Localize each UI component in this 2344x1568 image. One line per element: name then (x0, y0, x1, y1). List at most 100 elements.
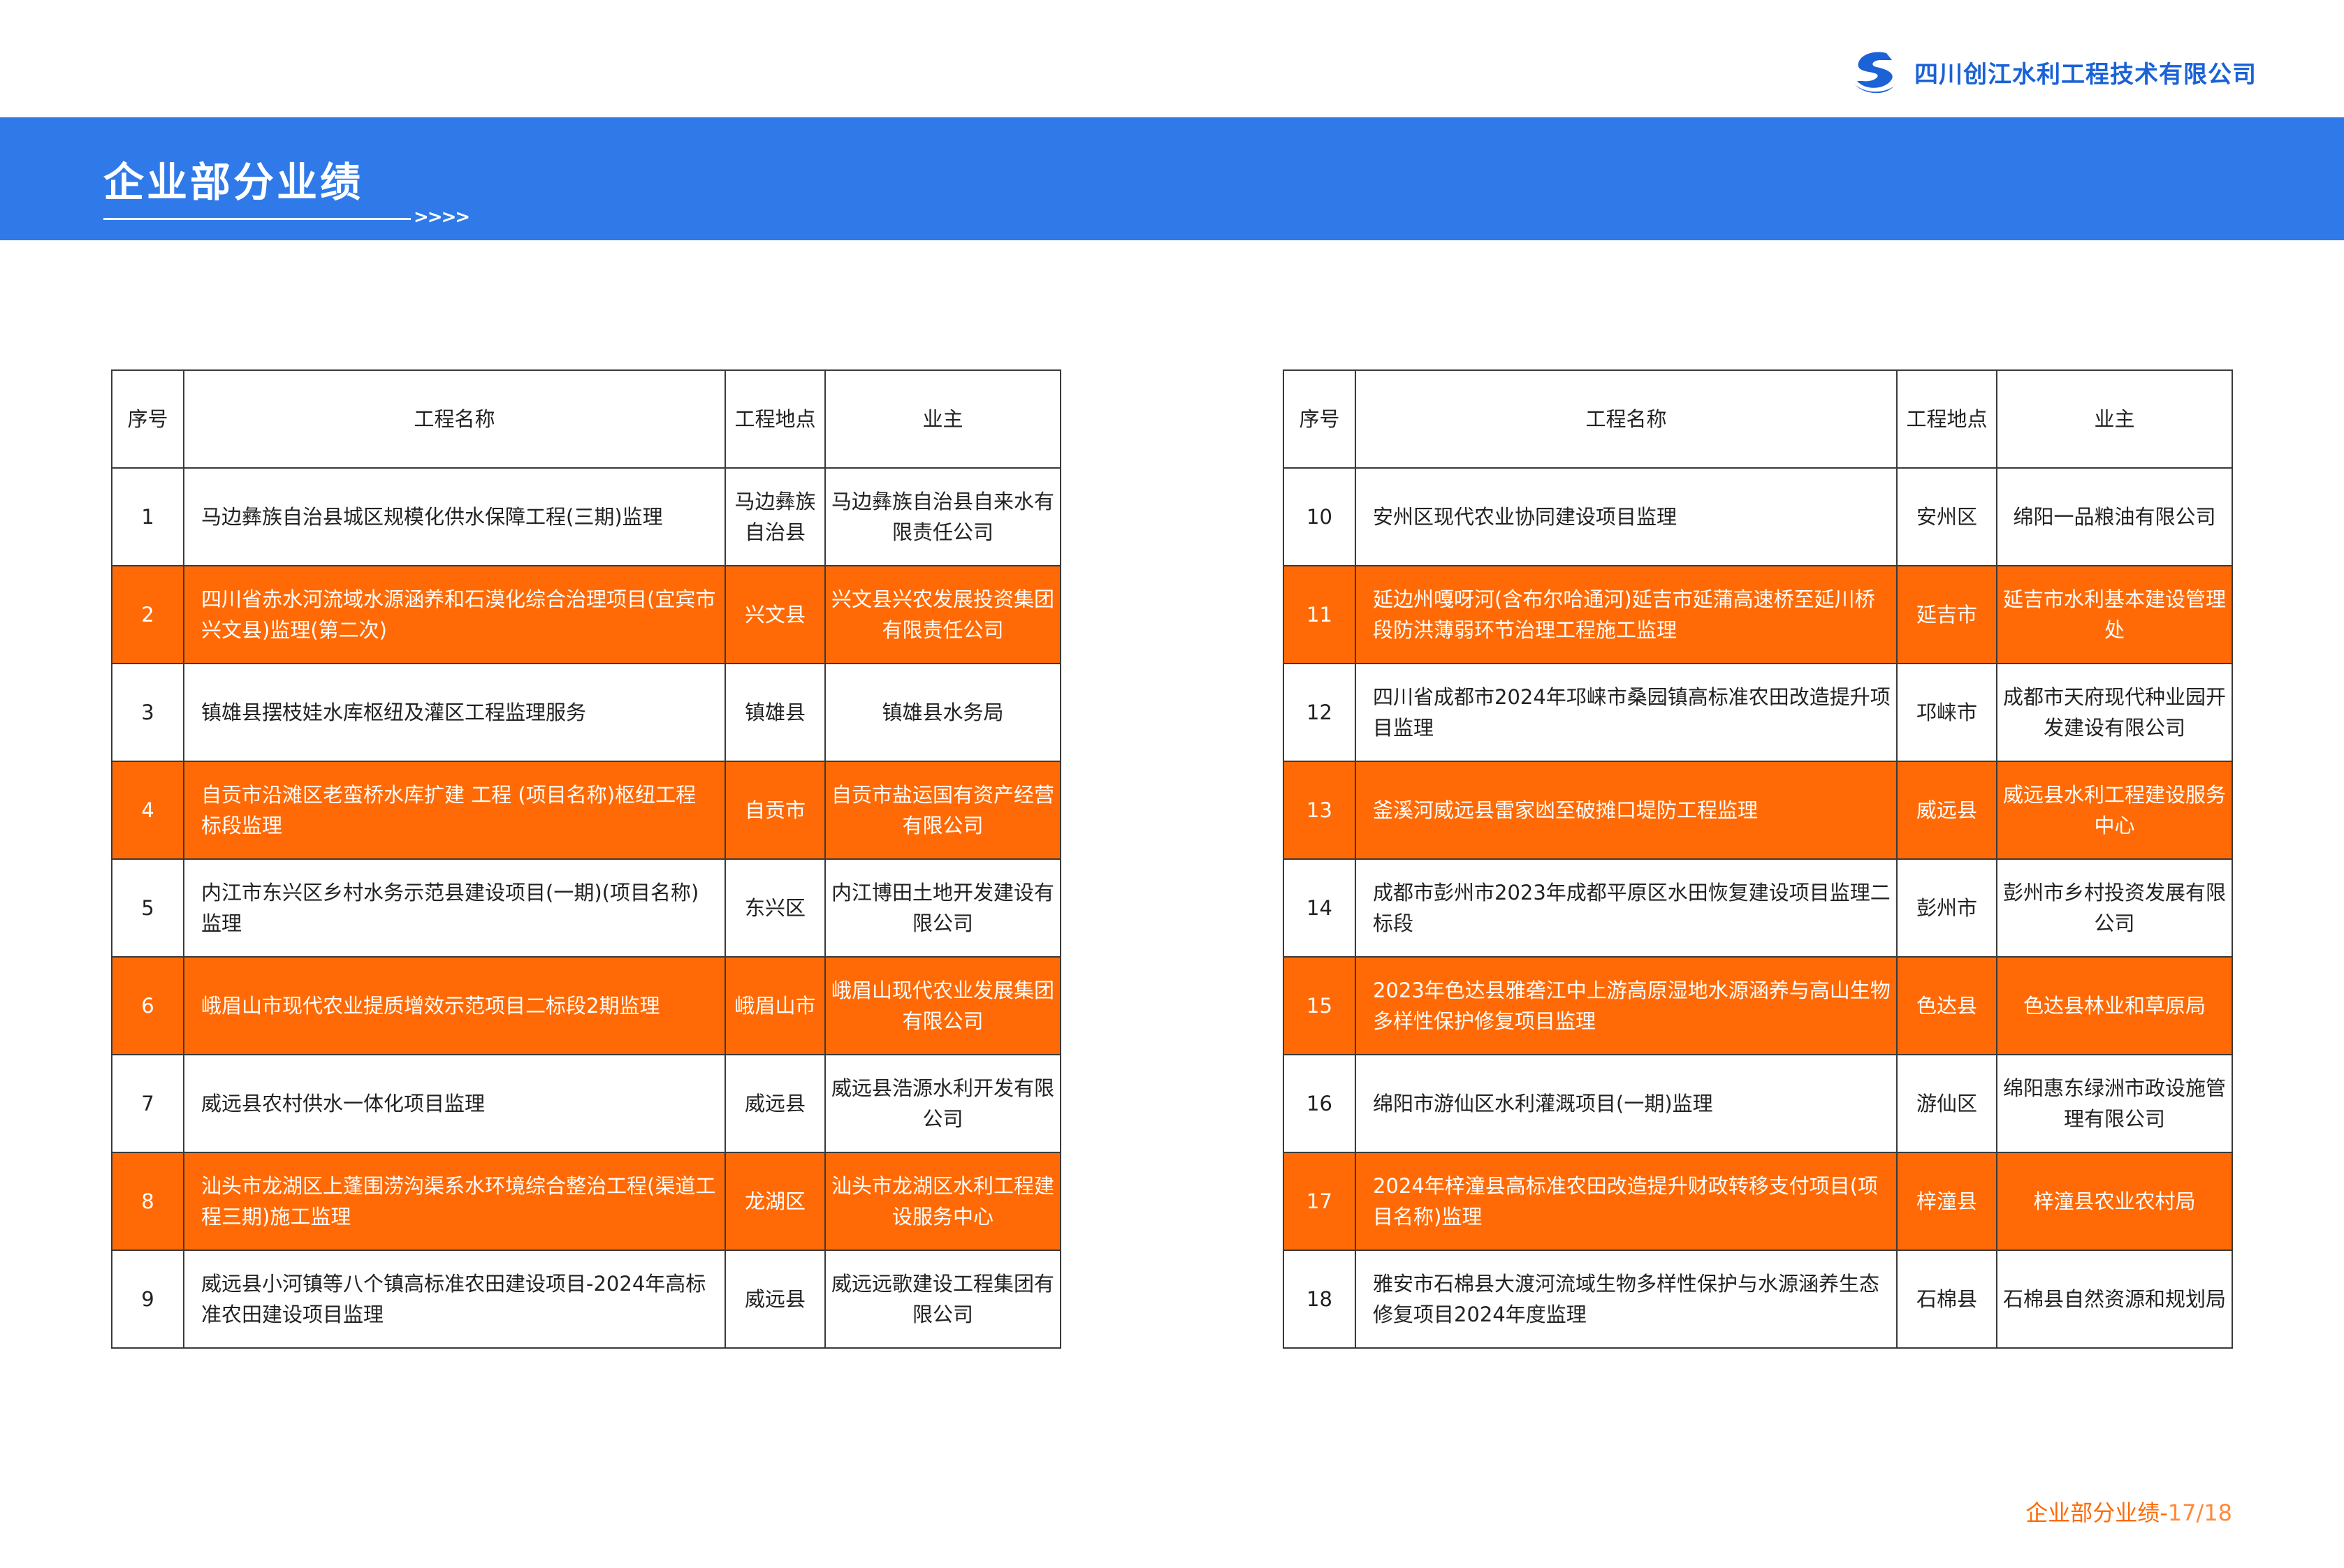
row-owner: 绵阳一品粮油有限公司 (1996, 467, 2233, 566)
row-owner: 威远远歌建设工程集团有限公司 (824, 1250, 1061, 1349)
table-header-row: 序号 工程名称 工程地点 业主 (1283, 369, 2233, 469)
row-owner: 内江博田土地开发建设有限公司 (824, 858, 1061, 958)
page-footer: 企业部分业绩-17/18 (2025, 1495, 2232, 1527)
row-no: 15 (1283, 956, 1356, 1055)
row-location: 梓潼县 (1896, 1152, 1997, 1251)
row-location: 峨眉山市 (725, 956, 826, 1055)
table-row: 15 2023年色达县雅砻江中上游高原湿地水源涵养与高山生物多样性保护修复项目监理… (1283, 956, 2233, 1055)
row-name: 安州区现代农业协同建设项目监理 (1355, 467, 1898, 566)
footer-label: 企业部分业绩- (2025, 1500, 2168, 1526)
title-underline (103, 218, 411, 220)
row-owner: 马边彝族自治县自来水有限责任公司 (824, 467, 1061, 566)
row-location: 威远县 (725, 1250, 826, 1349)
row-location: 威远县 (725, 1054, 826, 1153)
row-location: 龙湖区 (725, 1152, 826, 1251)
row-owner: 成都市天府现代种业园开发建设有限公司 (1996, 663, 2233, 762)
row-no: 4 (111, 761, 184, 860)
row-owner: 兴文县兴农发展投资集团有限责任公司 (824, 565, 1061, 664)
table-row: 8 汕头市龙湖区上蓬围涝沟渠系水环境综合整治工程(渠道工程三期)施工监理 龙湖区 汕头… (111, 1152, 1061, 1251)
table-row: 16 绵阳市游仙区水利灌溉项目(一期)监理 游仙区 绵阳惠东绿洲市政设施管理有限公司 (1283, 1054, 2233, 1153)
row-location: 彭州市 (1896, 858, 1997, 958)
row-no: 12 (1283, 663, 1356, 762)
row-no: 7 (111, 1054, 184, 1153)
row-name: 自贡市沿滩区老蛮桥水库扩建 工程 (项目名称)枢纽工程 标段监理 (183, 761, 726, 860)
row-location: 威远县 (1896, 761, 1997, 860)
row-owner: 镇雄县水务局 (824, 663, 1061, 762)
row-owner: 彭州市乡村投资发展有限公司 (1996, 858, 2233, 958)
table-row: 14 成都市彭州市2023年成都平原区水田恢复建设项目监理二标段 彭州市 彭州市乡村投… (1283, 858, 2233, 958)
table-row: 3 镇雄县摆枝娃水库枢纽及灌区工程监理服务 镇雄县 镇雄县水务局 (111, 663, 1061, 762)
row-name: 2023年色达县雅砻江中上游高原湿地水源涵养与高山生物多样性保护修复项目监理 (1355, 956, 1898, 1055)
row-name: 威远县小河镇等八个镇高标准农田建设项目-2024年高标准农田建设项目监理 (183, 1250, 726, 1349)
row-owner: 威远县水利工程建设服务中心 (1996, 761, 2233, 860)
row-no: 11 (1283, 565, 1356, 664)
header-location: 工程地点 (725, 369, 826, 469)
table-row: 13 釜溪河威远县雷家凼至破摊口堤防工程监理 威远县 威远县水利工程建设服务中心 (1283, 761, 2233, 860)
row-no: 10 (1283, 467, 1356, 566)
header-owner: 业主 (824, 369, 1061, 469)
page-number: 17/18 (2167, 1500, 2232, 1526)
row-name: 马边彝族自治县城区规模化供水保障工程(三期)监理 (183, 467, 726, 566)
row-name: 内江市东兴区乡村水务示范县建设项目(一期)(项目名称)监理 (183, 858, 726, 958)
row-location: 东兴区 (725, 858, 826, 958)
row-location: 游仙区 (1896, 1054, 1997, 1153)
row-name: 成都市彭州市2023年成都平原区水田恢复建设项目监理二标段 (1355, 858, 1898, 958)
row-location: 镇雄县 (725, 663, 826, 762)
row-name: 四川省赤水河流域水源涵养和石漠化综合治理项目(宜宾市兴文县)监理(第二次) (183, 565, 726, 664)
table-row: 2 四川省赤水河流域水源涵养和石漠化综合治理项目(宜宾市兴文县)监理(第二次) 兴文… (111, 565, 1061, 664)
row-owner: 自贡市盐运国有资产经营有限公司 (824, 761, 1061, 860)
header-owner: 业主 (1996, 369, 2233, 469)
row-owner: 汕头市龙湖区水利工程建设服务中心 (824, 1152, 1061, 1251)
section-banner: 企业部分业绩 >>>> (0, 117, 2344, 240)
row-name: 汕头市龙湖区上蓬围涝沟渠系水环境综合整治工程(渠道工程三期)施工监理 (183, 1152, 726, 1251)
header-no: 序号 (111, 369, 184, 469)
row-owner: 梓潼县农业农村局 (1996, 1152, 2233, 1251)
table-row: 12 四川省成都市2024年邛崃市桑园镇高标准农田改造提升项目监理 邛崃市 成都市天府… (1283, 663, 2233, 762)
table-row: 18 雅安市石棉县大渡河流域生物多样性保护与水源涵养生态修复项目2024年度监理石… (1283, 1250, 2233, 1349)
row-owner: 峨眉山现代农业发展集团有限公司 (824, 956, 1061, 1055)
row-owner: 色达县林业和草原局 (1996, 956, 2233, 1055)
table-row: 6 峨眉山市现代农业提质增效示范项目二标段2期监理 峨眉山市 峨眉山现代农业发展集团有… (111, 956, 1061, 1055)
row-name: 镇雄县摆枝娃水库枢纽及灌区工程监理服务 (183, 663, 726, 762)
header-location: 工程地点 (1896, 369, 1997, 469)
company-logo-icon (1854, 52, 1893, 94)
row-no: 5 (111, 858, 184, 958)
row-no: 18 (1283, 1250, 1356, 1349)
performance-table-right: 序号 工程名称 工程地点 业主 10 安州区现代农业协同建设项目监理 安州区 绵阳一品… (1283, 369, 2233, 1349)
header-name: 工程名称 (1355, 369, 1898, 469)
row-location: 安州区 (1896, 467, 1997, 566)
table-row: 17 2024年梓潼县高标准农田改造提升财政转移支付项目(项目名称)监理 梓潼县 梓潼… (1283, 1152, 2233, 1251)
row-location: 色达县 (1896, 956, 1997, 1055)
row-no: 2 (111, 565, 184, 664)
row-name: 延边州嘎呀河(含布尔哈通河)延吉市延蒲高速桥至延川桥段防洪薄弱环节治理工程施工监… (1355, 565, 1898, 664)
row-name: 2024年梓潼县高标准农田改造提升财政转移支付项目(项目名称)监理 (1355, 1152, 1898, 1251)
table-row: 7 威远县农村供水一体化项目监理 威远县 威远县浩源水利开发有限公司 (111, 1054, 1061, 1153)
row-no: 16 (1283, 1054, 1356, 1153)
arrows-icon: >>>> (414, 207, 470, 228)
row-no: 13 (1283, 761, 1356, 860)
row-location: 邛崃市 (1896, 663, 1997, 762)
table-row: 11 延边州嘎呀河(含布尔哈通河)延吉市延蒲高速桥至延川桥段防洪薄弱环节治理工程施… (1283, 565, 2233, 664)
table-row: 9 威远县小河镇等八个镇高标准农田建设项目-2024年高标准农田建设项目监理 威远县… (111, 1250, 1061, 1349)
company-header: 四川创江水利工程技术有限公司 (1849, 49, 2257, 95)
row-name: 峨眉山市现代农业提质增效示范项目二标段2期监理 (183, 956, 726, 1055)
row-no: 9 (111, 1250, 184, 1349)
row-name: 绵阳市游仙区水利灌溉项目(一期)监理 (1355, 1054, 1898, 1153)
performance-table-left: 序号 工程名称 工程地点 业主 1 马边彝族自治县城区规模化供水保障工程(三期)监… (111, 369, 1061, 1349)
row-no: 6 (111, 956, 184, 1055)
row-location: 兴文县 (725, 565, 826, 664)
row-no: 3 (111, 663, 184, 762)
row-no: 8 (111, 1152, 184, 1251)
table-row: 4 自贡市沿滩区老蛮桥水库扩建 工程 (项目名称)枢纽工程 标段监理 自贡市 自贡市盐… (111, 761, 1061, 860)
row-owner: 石棉县自然资源和规划局 (1996, 1250, 2233, 1349)
row-owner: 威远县浩源水利开发有限公司 (824, 1054, 1061, 1153)
table-header-row: 序号 工程名称 工程地点 业主 (111, 369, 1061, 469)
header-no: 序号 (1283, 369, 1356, 469)
row-owner: 绵阳惠东绿洲市政设施管理有限公司 (1996, 1054, 2233, 1153)
row-name: 釜溪河威远县雷家凼至破摊口堤防工程监理 (1355, 761, 1898, 860)
row-name: 四川省成都市2024年邛崃市桑园镇高标准农田改造提升项目监理 (1355, 663, 1898, 762)
row-location: 自贡市 (725, 761, 826, 860)
row-name: 威远县农村供水一体化项目监理 (183, 1054, 726, 1153)
row-no: 14 (1283, 858, 1356, 958)
row-location: 马边彝族自治县 (725, 467, 826, 566)
